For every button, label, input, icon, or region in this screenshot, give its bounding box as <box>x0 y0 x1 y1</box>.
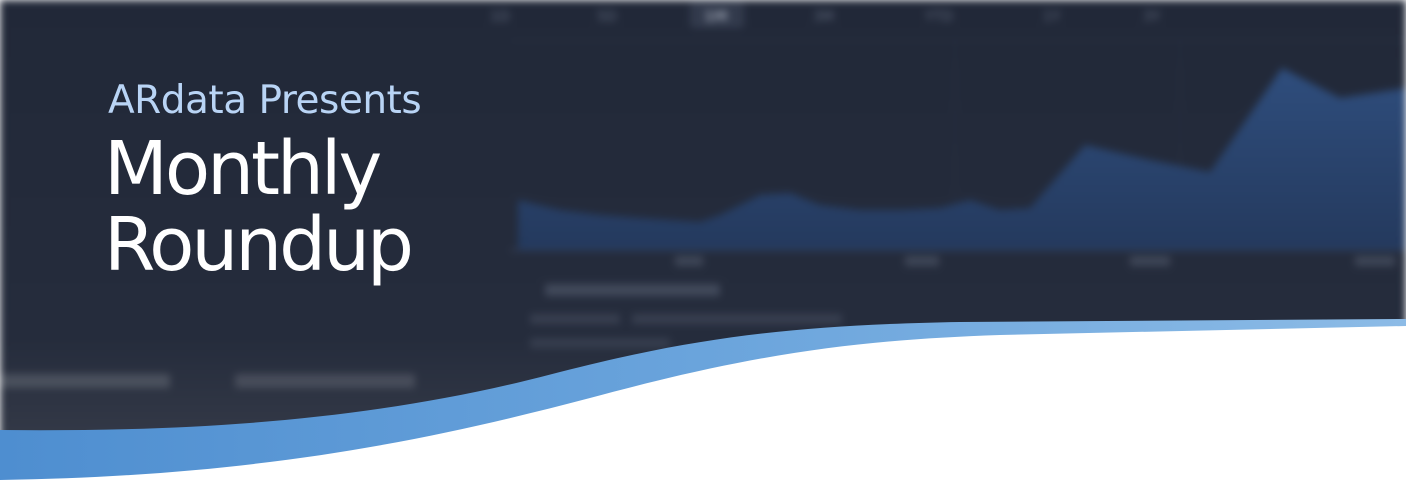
banner-headline: ARdata Presents Monthly Roundup <box>104 78 422 288</box>
eyebrow-text: ARdata Presents <box>108 78 422 123</box>
title-line-1: Monthly <box>104 126 382 212</box>
newsletter-banner: 1D 5D 1M 3M YTD 1Y 3Y ARdata Presents Mo… <box>0 0 1406 486</box>
title-line-2: Roundup <box>104 202 414 288</box>
